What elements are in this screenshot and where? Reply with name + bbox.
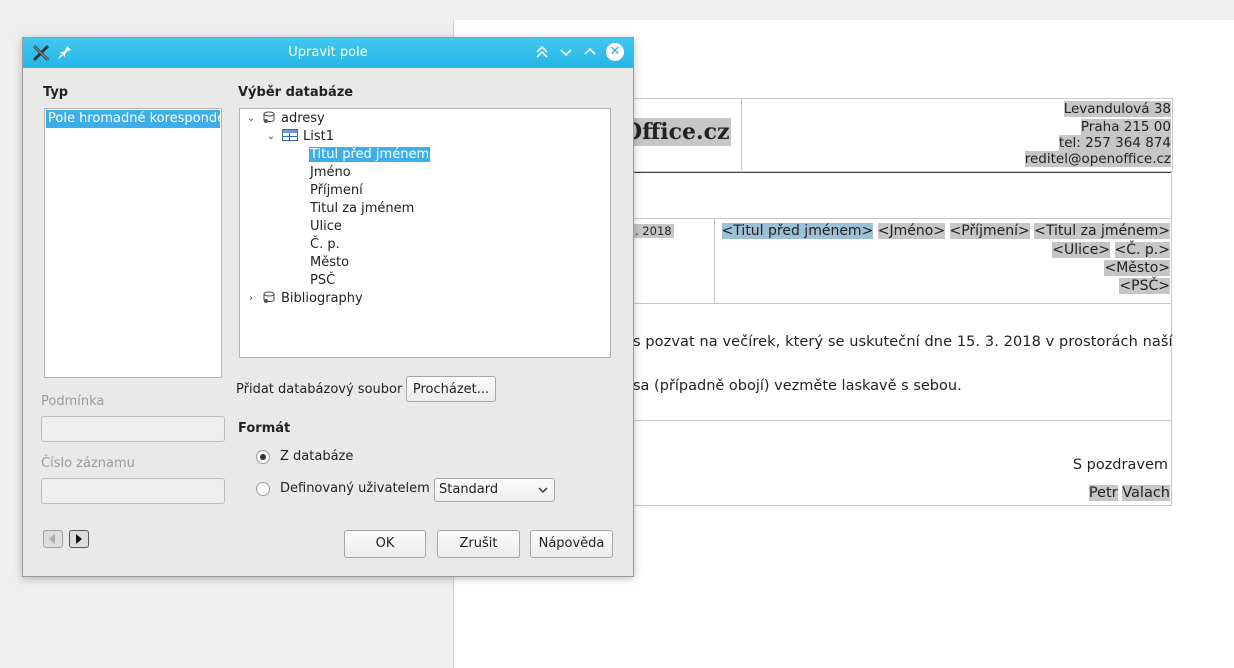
field-ulice[interactable]: <Ulice>: [1052, 242, 1111, 258]
keep-above-icon[interactable]: [534, 44, 550, 60]
radio-from-database-label[interactable]: Z databáze: [280, 449, 353, 464]
minimize-icon[interactable]: [558, 44, 574, 60]
cancel-button[interactable]: Zrušit: [437, 530, 520, 558]
tree-item-field[interactable]: Č. p.: [310, 236, 340, 254]
previous-button[interactable]: [43, 530, 63, 548]
database-tree[interactable]: ⌄ adresy ⌄ List1 Titul před jménem Jméno…: [239, 108, 611, 358]
add-db-file-label: Přidat databázový soubor: [236, 382, 403, 397]
radio-from-database[interactable]: [256, 450, 270, 464]
condition-field: [41, 416, 225, 442]
date-field: . 2018: [633, 224, 674, 238]
table-icon: [282, 129, 298, 141]
mail-merge-fields-line: <Ulice> <Č. p.>: [1052, 241, 1170, 259]
ok-button[interactable]: OK: [344, 530, 426, 558]
greeting: S pozdravem: [1072, 457, 1168, 473]
browse-button[interactable]: Procházet...: [406, 376, 496, 402]
mail-merge-fields-line: <Titul před jménem> <Jméno> <Příjmení> <…: [721, 222, 1170, 240]
field-titul-pred[interactable]: <Titul před jménem>: [721, 223, 874, 239]
record-number-field: [41, 478, 225, 504]
chevron-down-icon[interactable]: ⌄: [246, 110, 256, 128]
tree-item-field[interactable]: Ulice: [310, 218, 342, 236]
type-list[interactable]: Pole hromadné korespondence: [44, 108, 222, 378]
type-label: Typ: [43, 85, 69, 100]
tree-item-field[interactable]: Jméno: [310, 164, 351, 182]
edit-field-dialog: Upravit pole ✕ Typ Pole hromadné korespo…: [22, 37, 634, 577]
radio-user-defined[interactable]: [256, 482, 270, 496]
next-button[interactable]: [69, 530, 89, 548]
field-jmeno[interactable]: <Jméno>: [877, 223, 946, 239]
radio-user-defined-label[interactable]: Definovaný uživatelem: [280, 481, 430, 496]
field-mesto[interactable]: <Město>: [1104, 260, 1170, 276]
section-rule: [633, 505, 1172, 506]
record-number-label: Číslo záznamu: [41, 456, 135, 471]
header-rule: [633, 172, 1172, 173]
database-icon: [263, 111, 275, 123]
tree-item-field[interactable]: Příjmení: [310, 182, 363, 200]
chevron-down-icon: [538, 479, 548, 510]
body-paragraph: sa (případně obojí) vezměte laskavě s se…: [633, 378, 962, 394]
maximize-icon[interactable]: [582, 44, 598, 60]
address-block-divider: [714, 218, 715, 304]
tree-item-field[interactable]: Titul před jménem: [309, 146, 431, 164]
tree-item-field[interactable]: Město: [310, 254, 349, 272]
logo-text: Office.cz: [622, 118, 731, 146]
field-titul-za[interactable]: <Titul za jménem>: [1034, 223, 1170, 239]
db-selection-label: Výběr databáze: [238, 85, 354, 100]
field-prijmeni[interactable]: <Příjmení>: [949, 223, 1030, 239]
section-rule: [633, 420, 1172, 421]
format-label: Formát: [238, 421, 291, 436]
dialog-titlebar[interactable]: Upravit pole ✕: [23, 38, 633, 68]
format-select-value: Standard: [439, 482, 499, 497]
help-button[interactable]: Nápověda: [530, 530, 613, 558]
field-cp[interactable]: <Č. p.>: [1114, 242, 1170, 258]
chevron-down-icon[interactable]: ⌄: [266, 128, 276, 146]
header-divider: [741, 98, 742, 170]
mail-merge-fields-line: <Město>: [1104, 259, 1170, 277]
tree-item-field[interactable]: Titul za jménem: [310, 200, 414, 218]
body-paragraph: s pozvat na večírek, který se uskuteční …: [633, 334, 1173, 350]
close-icon[interactable]: ✕: [606, 43, 624, 61]
database-icon: [263, 291, 275, 303]
address-line: reditel@openoffice.cz: [1024, 151, 1171, 167]
condition-label: Podmínka: [41, 394, 105, 409]
signature: Petr Valach: [1088, 485, 1170, 501]
tree-item-field[interactable]: PSČ: [310, 272, 335, 290]
mail-merge-fields-line: <PSČ>: [1119, 277, 1170, 295]
list-item[interactable]: Pole hromadné korespondence: [46, 110, 220, 128]
format-select[interactable]: Standard: [434, 478, 555, 502]
address-line: Levandulová 38: [1063, 101, 1171, 117]
field-psc[interactable]: <PSČ>: [1119, 278, 1170, 294]
chevron-right-icon[interactable]: ›: [246, 290, 256, 308]
